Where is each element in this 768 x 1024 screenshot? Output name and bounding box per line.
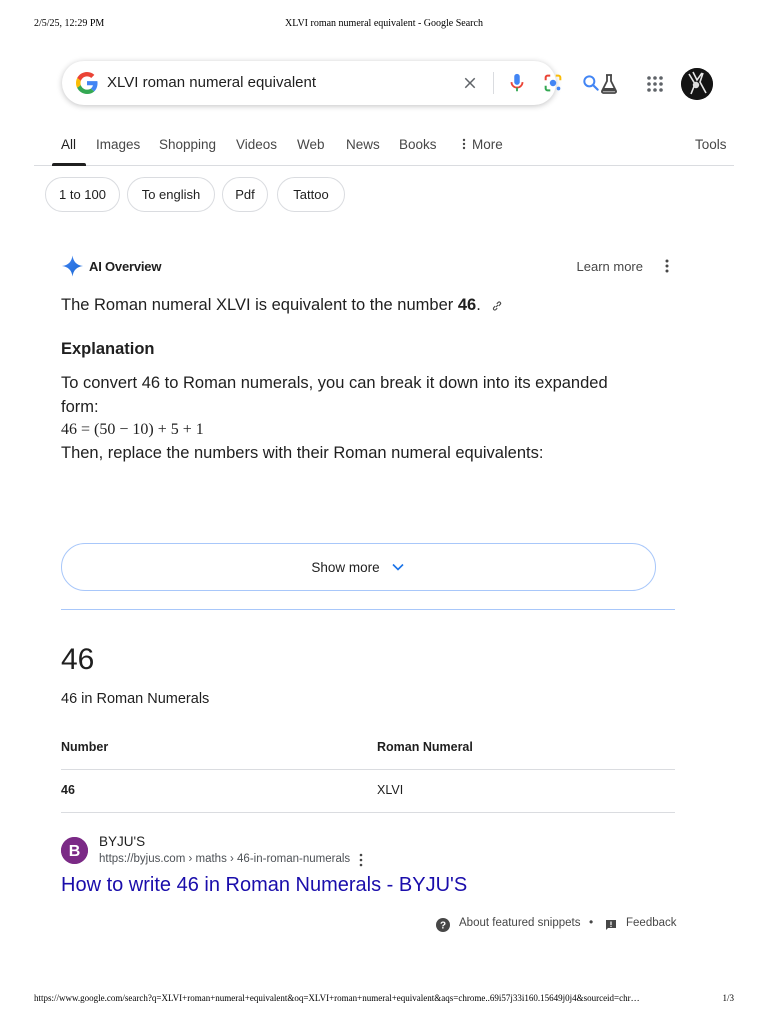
result-title-link[interactable]: How to write 46 in Roman Numerals - BYJU… [61, 874, 467, 897]
search-input[interactable]: XLVI roman numeral equivalent [107, 74, 316, 91]
feedback-icon [606, 920, 616, 930]
ai-overview-divider [61, 609, 675, 610]
tab-books[interactable]: Books [399, 137, 437, 152]
answer-suffix: . [476, 296, 481, 314]
learn-more-link[interactable]: Learn more [577, 259, 643, 274]
search-divider [493, 72, 494, 94]
search-bar[interactable]: XLVI roman numeral equivalent [62, 61, 599, 105]
print-page-number: 1/3 [722, 993, 734, 1003]
chip-to-english[interactable]: To english [127, 177, 215, 212]
print-url: https://www.google.com/search?q=XLVI+rom… [34, 993, 640, 1003]
tab-more[interactable]: More [460, 137, 503, 152]
tab-more-label: More [472, 137, 503, 152]
chip-pdf[interactable]: Pdf [222, 177, 268, 212]
snippet-answer: 46 [61, 643, 95, 676]
source-url[interactable]: https://byjus.com › maths › 46-in-roman-… [99, 853, 350, 865]
explanation-then: Then, replace the numbers with their Rom… [61, 444, 544, 462]
print-page-title: XLVI roman numeral equivalent - Google S… [285, 18, 483, 29]
explanation-formula: 46 = (50 − 10) + 5 + 1 [61, 421, 204, 438]
apps-grid-icon[interactable] [643, 72, 667, 96]
table-header-row: Number Roman Numeral [61, 727, 675, 770]
svg-text:?: ? [440, 921, 446, 932]
print-header: 2/5/25, 12:29 PM XLVI roman numeral equi… [34, 18, 734, 32]
table-cell-number: 46 [61, 783, 75, 797]
tab-videos[interactable]: Videos [236, 137, 277, 152]
footer-separator: • [589, 915, 594, 929]
help-icon: ? [436, 918, 450, 932]
answer-prefix: The Roman numeral XLVI is equivalent to … [61, 296, 458, 314]
table-cell-roman: XLVI [377, 783, 404, 797]
show-more-button[interactable]: Show more [61, 543, 656, 591]
tab-all[interactable]: All [61, 137, 76, 152]
about-featured-snippets-link[interactable]: About featured snippets [459, 917, 580, 929]
feedback-link[interactable]: Feedback [626, 917, 677, 929]
result-source: B BYJU'S https://byjus.com › maths › 46-… [61, 833, 675, 873]
ai-answer: The Roman numeral XLVI is equivalent to … [61, 293, 503, 317]
ai-overview-title: AI Overview [89, 259, 162, 274]
svg-text:B: B [69, 843, 81, 860]
chip-1-to-100[interactable]: 1 to 100 [45, 177, 120, 212]
answer-number: 46 [457, 296, 477, 314]
lens-icon[interactable] [541, 71, 565, 95]
table-header-number: Number [61, 740, 109, 754]
byjus-logo: B [61, 837, 88, 864]
tab-images[interactable]: Images [96, 137, 140, 152]
tools-button[interactable]: Tools [695, 137, 727, 152]
ai-sparkle-icon [61, 255, 84, 277]
snippet-subtitle: 46 in Roman Numerals [61, 691, 210, 707]
tab-news[interactable]: News [346, 137, 380, 152]
search-tabs: All Images Shopping Videos Web News Book… [34, 130, 734, 166]
clear-icon[interactable] [458, 71, 482, 95]
more-vert-icon [462, 138, 466, 150]
show-more-label: Show more [311, 559, 380, 575]
chevron-down-icon [392, 563, 404, 571]
source-name[interactable]: BYJU'S [99, 834, 145, 849]
snippet-footer: ? About featured snippets • Feedback [436, 915, 677, 934]
tab-shopping[interactable]: Shopping [159, 137, 216, 152]
active-tab-indicator [52, 163, 86, 166]
table-header-roman: Roman Numeral [377, 740, 473, 754]
table-row: 46 XLVI [61, 770, 675, 813]
snippet-table: Number Roman Numeral 46 XLVI [61, 727, 675, 813]
mic-icon[interactable] [505, 71, 529, 95]
tab-web[interactable]: Web [297, 137, 325, 152]
labs-flask-icon[interactable] [597, 72, 621, 96]
google-logo-icon [76, 72, 98, 94]
ai-overview-header: AI Overview Learn more [61, 254, 675, 278]
print-footer: https://www.google.com/search?q=XLVI+rom… [34, 993, 734, 1007]
explanation-heading: Explanation [61, 340, 155, 358]
avatar[interactable] [681, 68, 713, 100]
result-options-icon[interactable] [356, 852, 366, 868]
explanation-text: To convert 46 to Roman numerals, you can… [61, 374, 608, 416]
link-icon[interactable] [491, 300, 503, 312]
more-options-icon[interactable] [659, 257, 675, 275]
chip-tattoo[interactable]: Tattoo [277, 177, 345, 212]
